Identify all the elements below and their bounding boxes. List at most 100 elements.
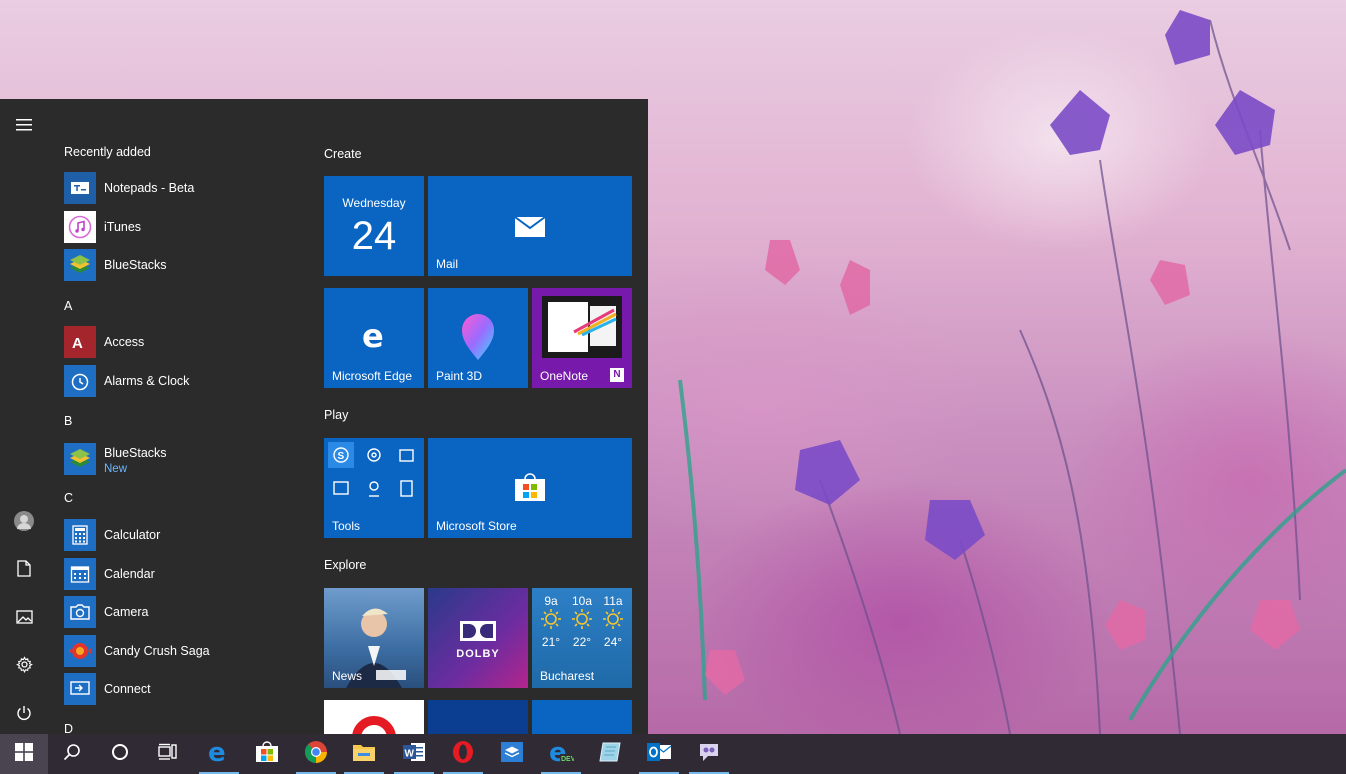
app-label: Camera <box>104 605 149 619</box>
edge-icon: e <box>359 317 389 355</box>
notepads-icon <box>64 172 96 204</box>
taskbar-word[interactable]: W <box>390 734 438 774</box>
tile-onenote[interactable]: OneNote N <box>532 288 632 388</box>
weather-slot: 10a 22° <box>567 594 597 649</box>
tile-opera[interactable] <box>324 700 424 734</box>
task-view-button[interactable] <box>144 734 192 774</box>
group-create-heading[interactable]: Create <box>324 147 362 161</box>
search-icon <box>63 743 81 766</box>
app-access[interactable]: A Access <box>64 325 144 359</box>
weather-temp: 24° <box>603 635 623 649</box>
tile-label: Microsoft Edge <box>332 369 413 383</box>
edge-dev-icon: e DEV <box>548 738 576 769</box>
power-button[interactable] <box>0 695 48 734</box>
taskbar-notepad-app[interactable] <box>586 734 634 774</box>
document-icon <box>17 560 31 582</box>
taskbar-edge[interactable]: e <box>195 734 243 774</box>
weather-slot: 11a 24° <box>598 594 628 649</box>
start-menu: Recently added Notepads - Beta iTunes Bl… <box>0 99 648 734</box>
calendar-icon <box>64 558 96 590</box>
tile-microsoft-store[interactable]: Microsoft Store <box>428 438 632 538</box>
tile-news[interactable]: News <box>324 588 424 688</box>
start-button[interactable] <box>0 734 48 774</box>
app-calendar[interactable]: Calendar <box>64 557 155 591</box>
hamburger-icon <box>16 118 32 136</box>
app-label: Calculator <box>104 528 161 542</box>
app-list: Recently added Notepads - Beta iTunes Bl… <box>48 99 310 734</box>
expand-menu-button[interactable] <box>0 107 48 147</box>
tile-mail[interactable]: Mail <box>428 176 632 276</box>
weather-hour: 11a <box>603 594 623 608</box>
svg-text:e: e <box>362 320 384 350</box>
app-itunes[interactable]: iTunes <box>64 210 141 244</box>
tile-dolby[interactable]: DOLBY <box>428 588 528 688</box>
recently-added-heading: Recently added <box>64 145 151 159</box>
picture-icon <box>15 609 33 629</box>
camera-icon <box>64 596 96 628</box>
weather-temp: 22° <box>572 635 592 649</box>
tile-microsoft-edge[interactable]: e Microsoft Edge <box>324 288 424 388</box>
letter-header-d[interactable]: D <box>64 722 73 734</box>
tile-paint-3d[interactable]: Paint 3D <box>428 288 528 388</box>
weather-hour: 9a <box>544 594 558 608</box>
group-explore-heading[interactable]: Explore <box>324 558 366 572</box>
avatar <box>14 510 34 536</box>
sun-icon <box>603 609 623 629</box>
documents-button[interactable] <box>0 551 48 591</box>
gear-icon <box>15 656 33 678</box>
tile-label: Microsoft Store <box>436 519 517 533</box>
app-alarms-clock[interactable]: Alarms & Clock <box>64 364 189 398</box>
taskbar-edge-dev[interactable]: e DEV <box>537 734 585 774</box>
taskbar-file-explorer[interactable] <box>340 734 388 774</box>
opera-icon <box>352 716 396 734</box>
word-icon: W <box>402 741 426 768</box>
taskbar-messenger-app[interactable] <box>685 734 733 774</box>
taskbar-opera[interactable] <box>439 734 487 774</box>
weather-hours: 9a 21° 10a 22° 11a 24° <box>536 594 628 649</box>
paint3d-icon <box>460 310 496 367</box>
onenote-badge-icon: N <box>610 368 624 382</box>
task-view-icon <box>158 743 178 766</box>
tile-label: Paint 3D <box>436 369 483 383</box>
tile-app-blue[interactable] <box>532 700 632 734</box>
letter-header-c[interactable]: C <box>64 491 73 505</box>
weather-slot: 9a 21° <box>536 594 566 649</box>
settings-button[interactable] <box>0 647 48 687</box>
search-button[interactable] <box>48 734 96 774</box>
access-icon: A <box>64 326 96 358</box>
app-candy-crush-saga[interactable]: Candy Crush Saga <box>64 634 210 668</box>
taskbar-sandbox[interactable] <box>488 734 536 774</box>
app-label: Notepads - Beta <box>104 181 195 195</box>
tile-tools[interactable]: S Tools <box>324 438 424 538</box>
group-play-heading[interactable]: Play <box>324 408 348 422</box>
pictures-button[interactable] <box>0 599 48 639</box>
taskbar-store[interactable] <box>243 734 291 774</box>
svg-text:A: A <box>72 335 83 352</box>
weather-hour: 10a <box>571 594 593 608</box>
taskbar-chrome[interactable] <box>292 734 340 774</box>
app-calculator[interactable]: Calculator <box>64 518 160 552</box>
outlook-icon <box>646 741 672 768</box>
mail-icon <box>514 214 546 243</box>
store-icon <box>514 472 546 507</box>
app-label: Alarms & Clock <box>104 374 190 388</box>
svg-text:S: S <box>338 451 345 462</box>
letter-header-b[interactable]: B <box>64 414 72 428</box>
user-account-button[interactable] <box>0 503 48 543</box>
app-bluestacks-recent[interactable]: BlueStacks <box>64 248 167 282</box>
app-notepads-beta[interactable]: Notepads - Beta <box>64 171 194 205</box>
app-label: Candy Crush Saga <box>104 644 210 658</box>
cortana-button[interactable] <box>96 734 144 774</box>
bluestacks-icon <box>64 443 96 475</box>
taskbar-outlook[interactable] <box>635 734 683 774</box>
app-bluestacks[interactable]: BlueStacks New <box>64 441 167 477</box>
app-camera[interactable]: Camera <box>64 595 148 629</box>
tile-calendar[interactable]: Wednesday 24 <box>324 176 424 276</box>
tile-weather[interactable]: 9a 21° 10a 22° 11a 24° Bucharest <box>532 588 632 688</box>
tile-app-dark-blue[interactable] <box>428 700 528 734</box>
itunes-icon <box>64 211 96 243</box>
letter-header-a[interactable]: A <box>64 299 72 313</box>
app-connect[interactable]: Connect <box>64 672 151 706</box>
tile-label: Tools <box>332 519 361 533</box>
app-label: Access <box>104 335 145 349</box>
